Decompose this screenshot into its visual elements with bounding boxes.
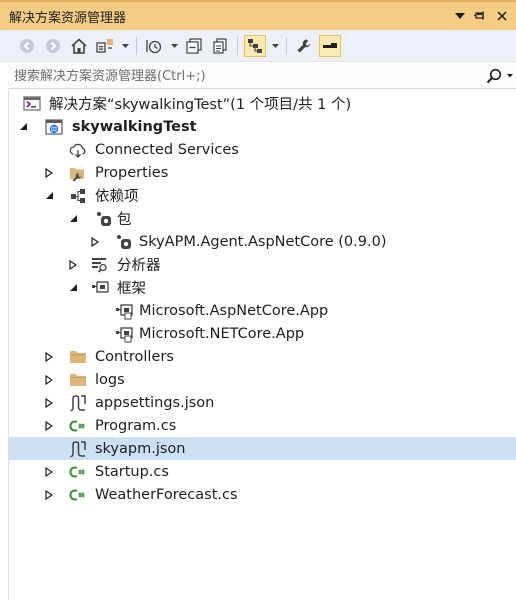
show-all-files-icon[interactable]	[209, 35, 231, 57]
tree-item-netcore-framework[interactable]: Microsoft.NETCore.App	[9, 322, 516, 345]
collapsed-arrow-icon[interactable]	[67, 259, 79, 271]
tree-item-program-cs[interactable]: Program.cs	[9, 414, 516, 437]
search-icon[interactable]	[486, 68, 502, 88]
switch-views-icon[interactable]	[94, 35, 116, 57]
tree-item-packages[interactable]: 包	[9, 207, 516, 230]
tree-item-label: 包	[117, 212, 132, 228]
tree-item-label: Program.cs	[95, 417, 177, 434]
collapsed-arrow-icon[interactable]	[43, 351, 55, 363]
search-options-dropdown-icon[interactable]	[506, 68, 514, 88]
tree-item-label: Controllers	[95, 348, 174, 365]
tree-item-controllers[interactable]: Controllers	[9, 345, 516, 368]
collapsed-arrow-icon[interactable]	[89, 236, 101, 248]
solution-tree: 解决方案“skywalkingTest”(1 个项目/共 1 个) skywal…	[8, 90, 516, 600]
tree-item-dependencies[interactable]: 依赖项	[9, 184, 516, 207]
pending-changes-filter-icon[interactable]	[143, 35, 165, 57]
web-project-icon	[45, 118, 63, 136]
close-icon[interactable]	[494, 8, 510, 24]
sync-with-active-document-icon[interactable]	[244, 34, 266, 57]
tree-item-label: Microsoft.AspNetCore.App	[139, 302, 329, 319]
tree-item-label: WeatherForecast.cs	[95, 486, 238, 503]
switch-views-dropdown-icon[interactable]	[120, 35, 130, 57]
pending-changes-dropdown-icon[interactable]	[169, 35, 179, 57]
tree-item-aspnetcore-framework[interactable]: Microsoft.AspNetCore.App	[9, 299, 516, 322]
forward-icon[interactable]	[42, 35, 64, 57]
collapsed-arrow-icon[interactable]	[43, 397, 55, 409]
tree-item-appsettings-json[interactable]: appsettings.json	[9, 391, 516, 414]
expanded-arrow-icon[interactable]	[67, 213, 79, 225]
tree-item-label: Properties	[95, 164, 169, 181]
toolbar-separator	[136, 36, 137, 55]
home-icon[interactable]	[68, 35, 90, 57]
title-bar: 解决方案资源管理器	[0, 0, 516, 30]
window-position-dropdown-icon[interactable]	[452, 8, 468, 24]
auto-hide-pin-icon[interactable]	[473, 8, 489, 24]
tree-item-label: appsettings.json	[95, 394, 215, 411]
toolbar	[0, 30, 516, 62]
properties-folder-icon	[69, 164, 87, 182]
collapsed-arrow-icon[interactable]	[43, 466, 55, 478]
tree-item-label: skyapm.json	[95, 440, 186, 457]
framework-reference-icon	[115, 325, 133, 343]
tree-item-label: 解决方案“skywalkingTest”(1 个项目/共 1 个)	[49, 97, 352, 113]
dependencies-icon	[69, 187, 87, 205]
solution-icon	[23, 95, 41, 113]
toolbar-separator	[286, 36, 287, 55]
search-box	[8, 64, 516, 89]
sync-dropdown-icon[interactable]	[270, 35, 280, 57]
tree-item-label: Microsoft.NETCore.App	[139, 325, 305, 342]
tree-item-label: Startup.cs	[95, 463, 169, 480]
tree-item-label: 依赖项	[95, 189, 139, 205]
toolbar-separator	[237, 36, 238, 55]
expanded-arrow-icon[interactable]	[17, 121, 29, 133]
tree-item-logs[interactable]: logs	[9, 368, 516, 391]
csharp-file-icon	[69, 463, 87, 481]
connected-services-icon	[69, 141, 87, 159]
tree-item-properties[interactable]: Properties	[9, 161, 516, 184]
preview-selected-items-icon[interactable]	[319, 34, 341, 57]
tree-item-label: SkyAPM.Agent.AspNetCore (0.9.0)	[139, 233, 387, 250]
tree-item-weatherforecast-cs[interactable]: WeatherForecast.cs	[9, 483, 516, 506]
collapsed-arrow-icon[interactable]	[43, 374, 55, 386]
collapsed-arrow-icon[interactable]	[43, 489, 55, 501]
csharp-file-icon	[69, 486, 87, 504]
window-title: 解决方案资源管理器	[9, 10, 127, 26]
tree-item-label: 框架	[117, 281, 146, 297]
search-input[interactable]	[8, 68, 468, 84]
framework-icon	[91, 279, 109, 297]
properties-wrench-icon[interactable]	[293, 35, 315, 57]
folder-icon	[69, 348, 87, 366]
expanded-arrow-icon[interactable]	[43, 190, 55, 202]
json-file-icon	[69, 440, 87, 458]
tree-item-label: skywalkingTest	[72, 118, 197, 135]
tree-item-analyzers[interactable]: 分析器	[9, 253, 516, 276]
json-file-icon	[69, 394, 87, 412]
analyzer-icon	[91, 256, 109, 274]
tree-item-frameworks[interactable]: 框架	[9, 276, 516, 299]
tree-item-skyapm-package[interactable]: SkyAPM.Agent.AspNetCore (0.9.0)	[9, 230, 516, 253]
expanded-arrow-icon[interactable]	[67, 282, 79, 294]
tree-item-startup-cs[interactable]: Startup.cs	[9, 460, 516, 483]
tree-item-skyapm-json[interactable]: skyapm.json	[9, 437, 516, 460]
tree-item-label: logs	[95, 371, 125, 388]
collapsed-arrow-icon[interactable]	[43, 167, 55, 179]
tree-item-project[interactable]: skywalkingTest	[9, 115, 516, 138]
tree-item-solution[interactable]: 解决方案“skywalkingTest”(1 个项目/共 1 个)	[9, 92, 516, 115]
collapsed-arrow-icon[interactable]	[43, 420, 55, 432]
package-icon	[115, 233, 133, 251]
package-icon	[95, 210, 113, 228]
tree-item-connected-services[interactable]: Connected Services	[9, 138, 516, 161]
framework-reference-icon	[115, 302, 133, 320]
csharp-file-icon	[69, 417, 87, 435]
collapse-all-icon[interactable]	[183, 35, 205, 57]
back-icon[interactable]	[16, 35, 38, 57]
tree-item-label: Connected Services	[95, 141, 239, 158]
tree-item-label: 分析器	[117, 258, 161, 274]
folder-icon	[69, 371, 87, 389]
